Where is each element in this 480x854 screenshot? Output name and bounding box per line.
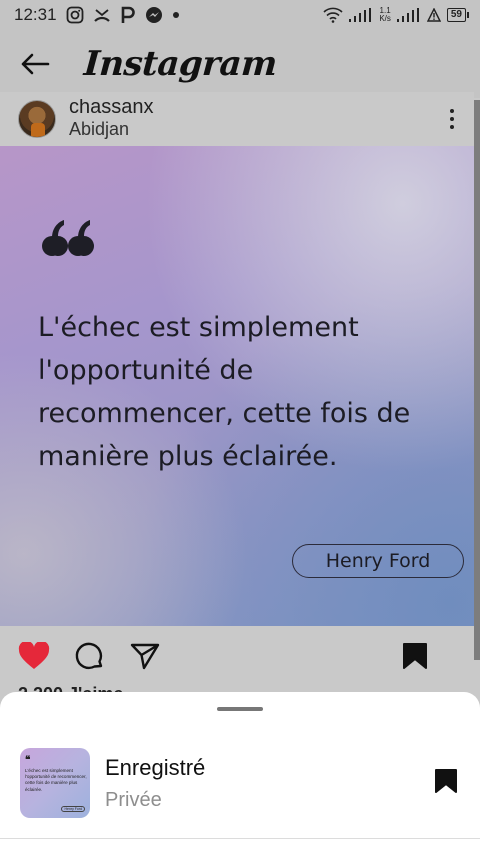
post-meta: chassanx Abidjan [69, 99, 154, 140]
comment-button[interactable] [74, 631, 130, 681]
username[interactable]: chassanx [69, 99, 154, 113]
save-button[interactable] [402, 631, 458, 681]
status-bar: 12:31 1.1 K/s 59 [0, 0, 480, 30]
avatar[interactable] [18, 100, 56, 138]
status-time: 12:31 [14, 5, 57, 24]
missed-call-icon [93, 6, 111, 24]
net-speed-unit: K/s [379, 14, 391, 23]
post-header: chassanx Abidjan [0, 92, 474, 146]
post-image[interactable]: L'échec est simplement l'opportunité de … [0, 146, 474, 626]
collection-meta: Enregistré Privée [105, 755, 205, 812]
instagram-icon [66, 6, 84, 24]
net-speed: 1.1 K/s [379, 7, 391, 23]
bookmark-filled-icon [435, 768, 457, 793]
collection-thumbnail: ❝ L'échec est simplement l'opportunité d… [20, 748, 90, 818]
alert-icon [426, 8, 441, 22]
messenger-icon [145, 6, 163, 24]
comment-icon [75, 642, 103, 670]
signal-icon [396, 8, 421, 22]
arrow-left-icon [21, 53, 50, 75]
quote-mark-icon [42, 220, 94, 256]
collection-name: Enregistré [105, 754, 206, 780]
wifi-icon [323, 7, 343, 23]
signal-icon [349, 8, 373, 22]
thumb-quote-text: L'échec est simplement l'opportunité de … [25, 768, 87, 792]
scrollbar[interactable] [474, 100, 480, 660]
like-button[interactable] [18, 631, 74, 681]
author-badge: Henry Ford [292, 544, 464, 578]
p-icon [120, 6, 136, 24]
more-dot-icon [450, 125, 454, 129]
thumb-quote-mark-icon: ❝ [25, 755, 31, 766]
more-options-button[interactable] [450, 109, 454, 129]
quote-text: L'échec est simplement l'opportunité de … [38, 312, 411, 472]
more-dot-icon [450, 117, 454, 121]
divider [0, 838, 480, 839]
location[interactable]: Abidjan [69, 119, 154, 140]
battery-icon: 59 [446, 8, 470, 22]
sheet-grabber[interactable] [217, 707, 263, 711]
heart-icon [18, 642, 50, 669]
dot-icon [172, 11, 180, 19]
post-action-bar [0, 626, 474, 686]
app-title: Instagram [82, 44, 279, 84]
collection-save-button[interactable] [434, 768, 458, 799]
collection-row[interactable]: ❝ L'échec est simplement l'opportunité d… [0, 747, 480, 819]
app-header: Instagram [0, 30, 480, 98]
back-button[interactable] [0, 30, 70, 98]
share-button[interactable] [130, 631, 186, 681]
send-icon [130, 643, 160, 670]
collection-privacy: Privée [105, 788, 162, 811]
save-bottom-sheet: ❝ L'échec est simplement l'opportunité d… [0, 692, 480, 854]
bookmark-filled-icon [403, 643, 427, 669]
thumb-author: Henry Ford [61, 806, 85, 812]
more-dot-icon [450, 109, 454, 113]
